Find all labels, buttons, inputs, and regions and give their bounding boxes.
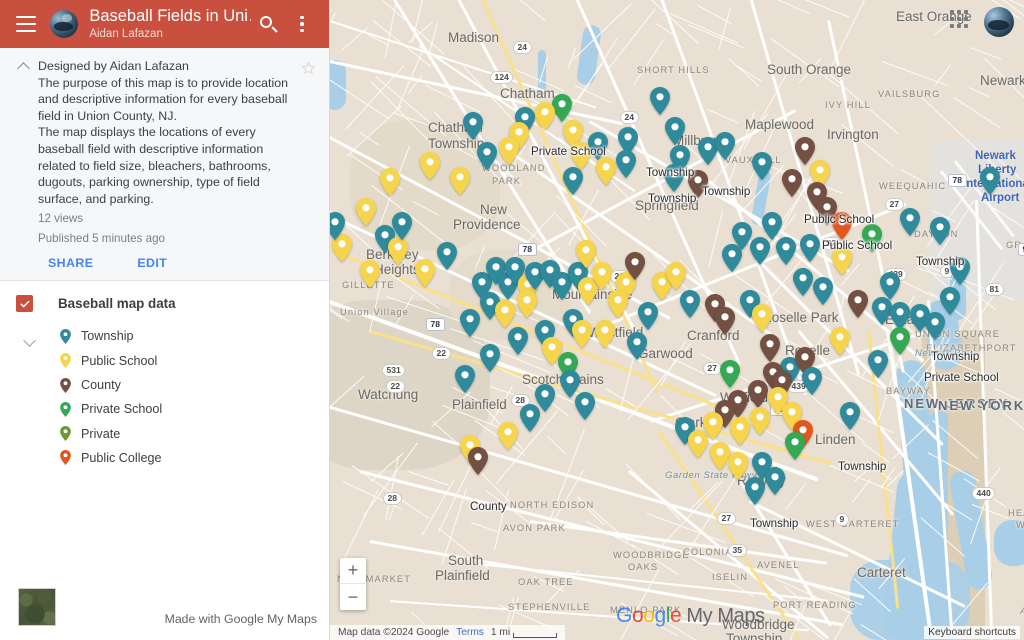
scale-bar: 1 mi — [491, 627, 557, 638]
description-body: Designed by Aidan Lafazan The purpose of… — [38, 58, 321, 274]
legend-item-label: Private School — [81, 402, 162, 416]
legend-rows: Township Public School County Private Schoo… — [0, 324, 329, 470]
map-marker-label: Public School — [822, 239, 892, 252]
checkmark-icon — [19, 298, 31, 310]
map-marker-label: Township — [648, 192, 696, 205]
legend-item-list: Township Public School County Private Schoo… — [58, 324, 329, 470]
zoom-controls[interactable]: + − — [340, 558, 366, 610]
legend-item[interactable]: Township — [58, 324, 329, 348]
map-data-attribution: Map data ©2024 Google — [338, 627, 449, 638]
google-logo-letter: e — [670, 604, 681, 627]
legend-item-label: Public College — [81, 451, 162, 465]
star-outline-icon — [300, 60, 317, 77]
map-attribution-bar: Map data ©2024 Google Terms 1 mi — [330, 625, 565, 640]
legend-item[interactable]: Private — [58, 422, 329, 446]
legend-item-label: Private — [81, 427, 120, 441]
details-text: The map displays the locations of every … — [38, 124, 295, 207]
google-logo-letter: g — [655, 604, 666, 627]
terms-link[interactable]: Terms — [456, 627, 484, 638]
map-marker-label: Township — [646, 166, 694, 179]
map-pin-icon — [58, 450, 72, 465]
chevron-up-icon — [17, 62, 30, 75]
layer-visibility-checkbox[interactable] — [16, 295, 33, 312]
expand-legend-button[interactable] — [0, 324, 58, 470]
map-marker-label: Township — [931, 350, 979, 363]
map-marker-label: Private School — [924, 371, 999, 384]
sidebar-panel: Baseball Fields in Uni… Aidan Lafazan De… — [0, 0, 330, 640]
legend-item[interactable]: Private School — [58, 397, 329, 421]
map-description-panel: Designed by Aidan Lafazan The purpose of… — [0, 48, 329, 281]
globe-avatar-icon — [50, 10, 78, 38]
header-title-block: Baseball Fields in Uni… Aidan Lafazan — [89, 7, 251, 42]
hamburger-menu-icon[interactable] — [16, 16, 36, 32]
legend-item[interactable]: Public College — [58, 446, 329, 470]
description-actions: SHARE EDIT — [38, 256, 295, 274]
zoom-out-button[interactable]: − — [340, 584, 366, 610]
view-count: 12 views — [38, 211, 295, 227]
map-marker-labels: Private School Township Township Township Pu… — [330, 0, 1024, 640]
google-logo-letter: G — [616, 604, 632, 627]
layer-name: Baseball map data — [58, 296, 176, 311]
legend-item-label: Public School — [81, 354, 157, 368]
edit-button[interactable]: EDIT — [137, 256, 167, 270]
share-button[interactable]: SHARE — [48, 256, 93, 270]
map-pin-icon — [58, 426, 72, 441]
map-legend: Baseball map data Township Public School C… — [0, 281, 329, 470]
map-owner: Aidan Lafazan — [89, 27, 251, 42]
map-marker-label: County — [470, 500, 507, 513]
my-maps-page: MadisonSouth OrangeEast OrangeMaplewoodI… — [0, 0, 1024, 640]
map-marker-label: Township — [916, 255, 964, 268]
zoom-in-button[interactable]: + — [340, 558, 366, 584]
map-title: Baseball Fields in Uni… — [89, 7, 251, 26]
overflow-menu-button[interactable] — [285, 7, 319, 41]
search-icon — [260, 16, 277, 33]
chevron-down-icon — [23, 334, 36, 347]
map-marker-label: Public School — [804, 213, 874, 226]
designed-by-text: Designed by Aidan Lafazan — [38, 58, 295, 75]
google-logo-letter: o — [632, 604, 643, 627]
legend-item-label: Township — [81, 329, 134, 343]
my-maps-logo-text: My Maps — [686, 605, 764, 627]
purpose-text: The purpose of this map is to provide lo… — [38, 75, 295, 125]
layer-header: Baseball map data — [0, 295, 329, 312]
published-time: Published 5 minutes ago — [38, 231, 295, 247]
legend-item-label: County — [81, 378, 121, 392]
keyboard-shortcuts-button[interactable]: Keyboard shortcuts — [924, 626, 1020, 639]
scale-label: 1 mi — [491, 627, 510, 638]
map-canvas[interactable]: MadisonSouth OrangeEast OrangeMaplewoodI… — [330, 0, 1024, 640]
map-marker-label: Private School — [531, 145, 606, 158]
map-pin-icon — [58, 353, 72, 368]
basemap-thumbnail-button[interactable] — [18, 588, 56, 626]
legend-item[interactable]: County — [58, 373, 329, 397]
map-marker-label: Township — [750, 517, 798, 530]
kebab-menu-icon — [300, 16, 304, 33]
google-apps-grid-icon[interactable] — [950, 10, 972, 32]
app-header: Baseball Fields in Uni… Aidan Lafazan — [0, 0, 329, 48]
scale-bar-line — [513, 633, 557, 638]
map-pin-icon — [58, 378, 72, 393]
account-avatar-icon[interactable] — [984, 7, 1014, 37]
google-my-maps-logo: GoogleMy Maps — [616, 604, 765, 628]
map-marker-label: Township — [702, 185, 750, 198]
made-with-google-my-maps-text: Made with Google My Maps — [165, 612, 317, 626]
map-pin-icon — [58, 329, 72, 344]
star-map-button[interactable] — [300, 60, 317, 77]
collapse-description-button[interactable] — [8, 58, 38, 274]
google-logo-letter: o — [643, 604, 654, 627]
map-marker-label: Township — [838, 460, 886, 473]
search-button[interactable] — [251, 7, 285, 41]
legend-item[interactable]: Public School — [58, 349, 329, 373]
map-pin-icon — [58, 402, 72, 417]
